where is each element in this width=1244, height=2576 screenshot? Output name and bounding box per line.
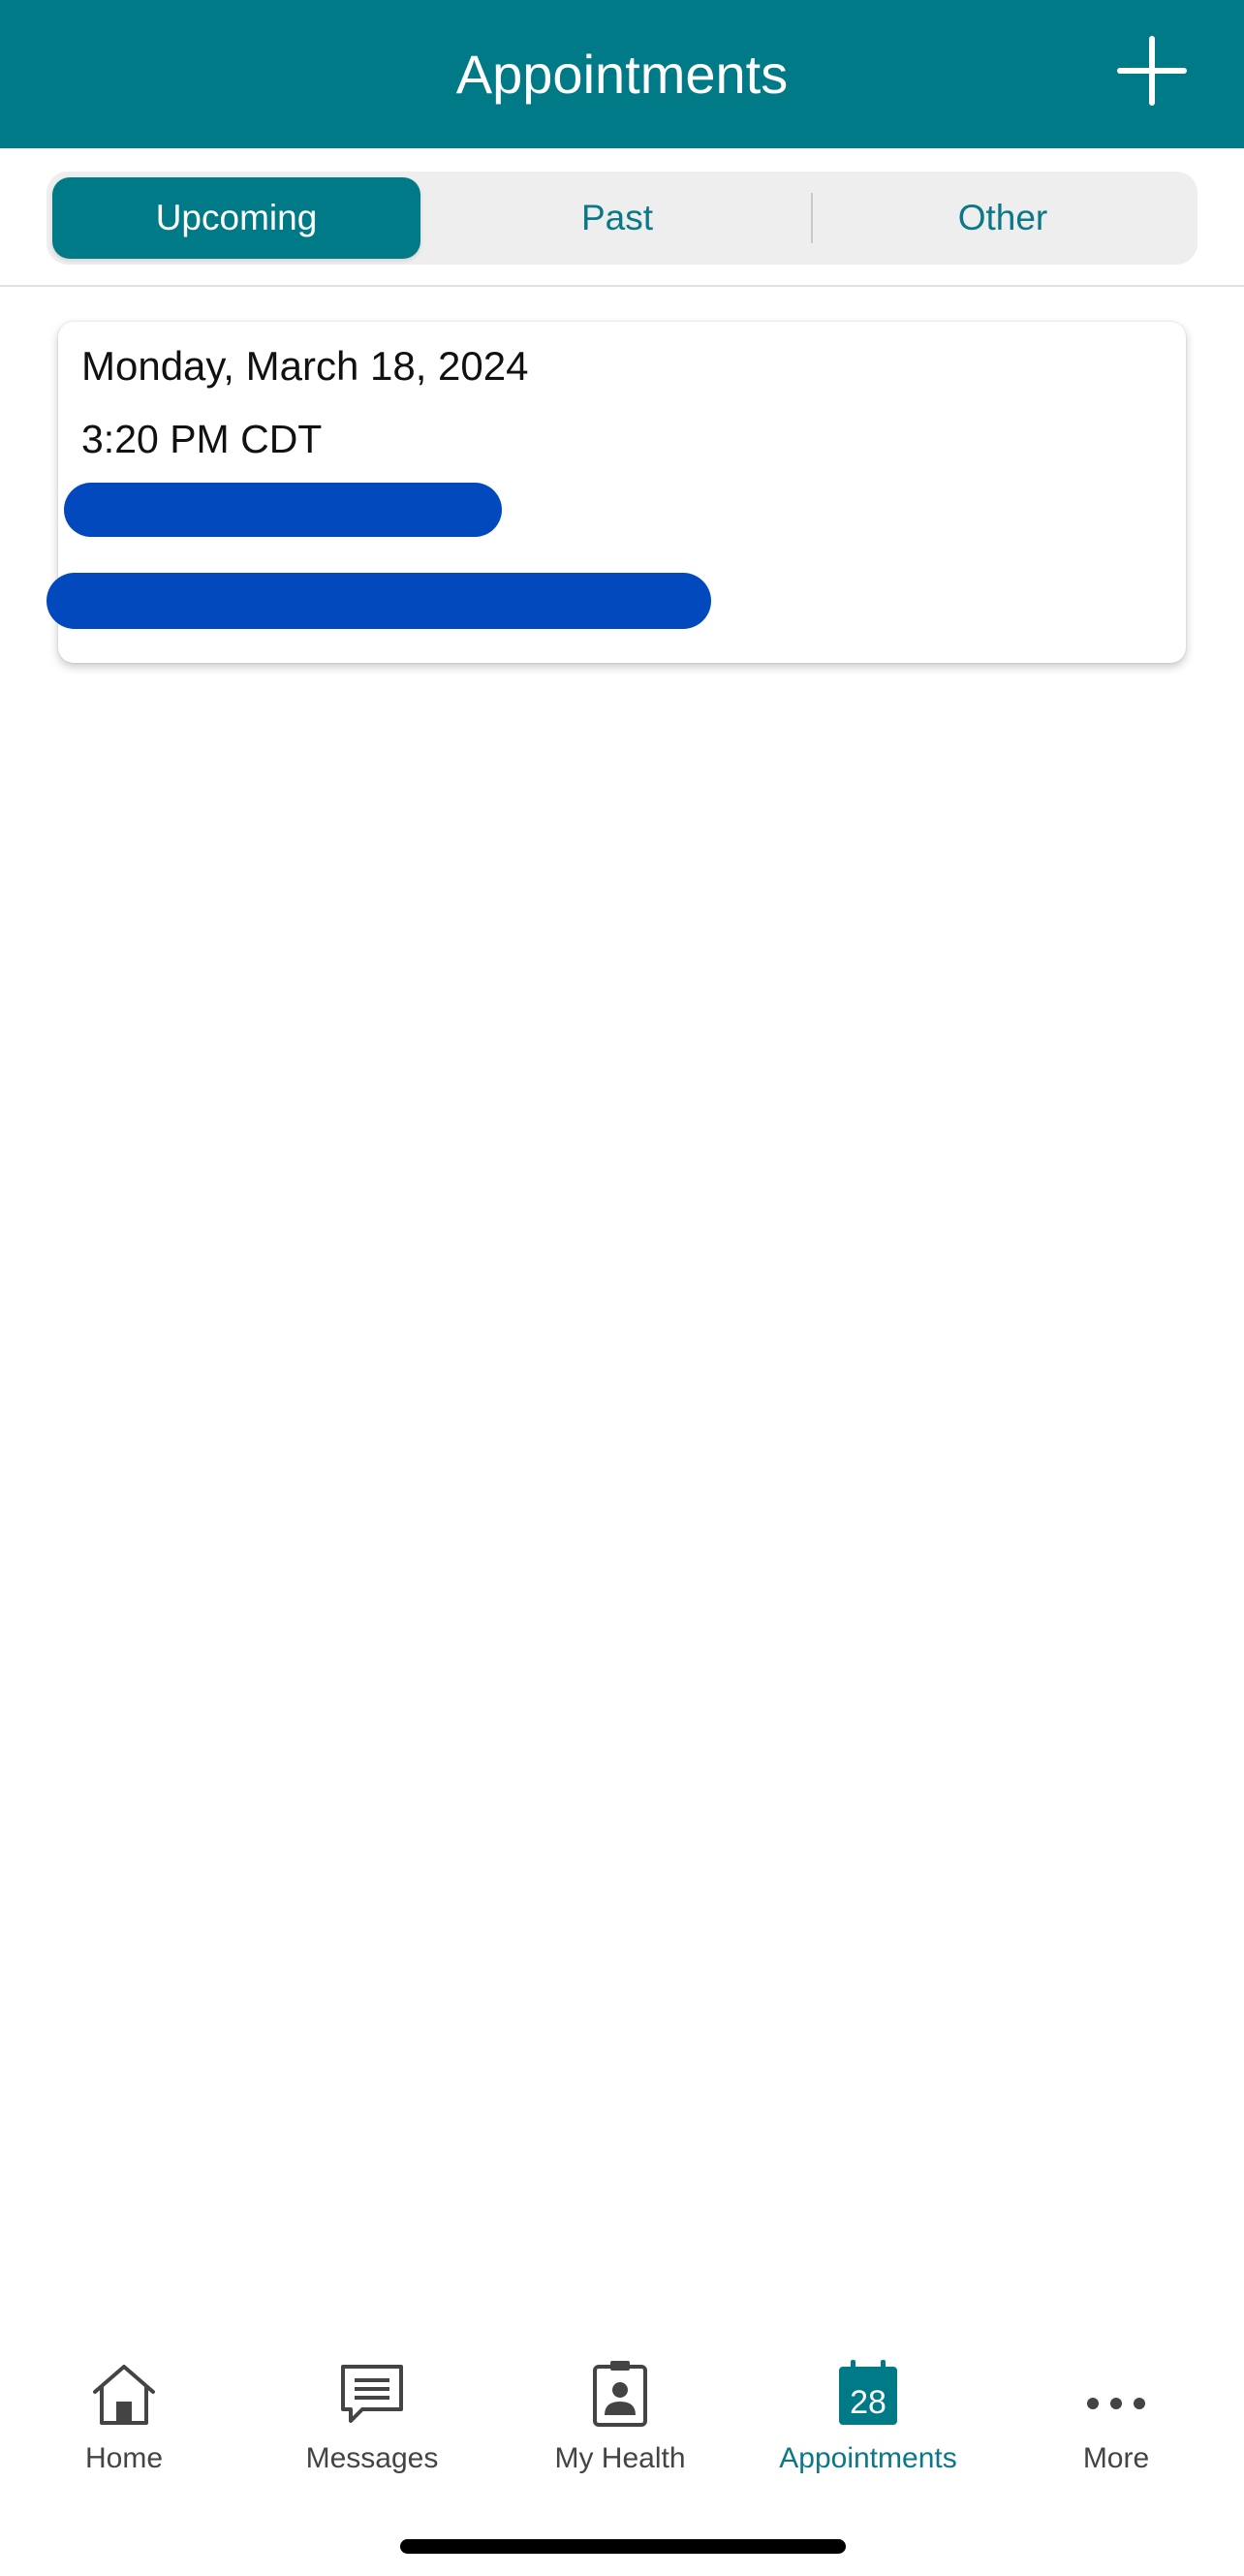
nav-label: Appointments bbox=[779, 2442, 957, 2474]
appointments-screen: Appointments Upcoming Past Other Monday,… bbox=[0, 0, 1244, 2576]
more-icon bbox=[1087, 2398, 1145, 2409]
tab-upcoming[interactable]: Upcoming bbox=[52, 177, 420, 259]
app-header: Appointments bbox=[0, 0, 1244, 148]
bottom-tab-bar: Home Messages My Health 28 Appointments … bbox=[0, 2345, 1244, 2491]
nav-label: Messages bbox=[305, 2442, 439, 2474]
redacted-provider bbox=[64, 483, 502, 537]
tab-other[interactable]: Other bbox=[814, 177, 1192, 259]
add-appointment-button[interactable] bbox=[1108, 27, 1196, 114]
home-indicator[interactable] bbox=[400, 2539, 846, 2554]
calendar-badge: 28 bbox=[850, 2384, 886, 2421]
redacted-location bbox=[47, 573, 711, 629]
tab-past[interactable]: Past bbox=[424, 177, 810, 259]
calendar-icon: 28 bbox=[839, 2360, 897, 2425]
nav-more[interactable]: More bbox=[992, 2345, 1240, 2491]
nav-my-health[interactable]: My Health bbox=[496, 2345, 744, 2491]
appointment-time: 3:20 PM CDT bbox=[81, 417, 323, 461]
page-title: Appointments bbox=[455, 44, 789, 105]
message-icon bbox=[341, 2365, 403, 2423]
tab-divider bbox=[811, 193, 813, 243]
plus-icon bbox=[1117, 36, 1187, 106]
health-record-icon bbox=[593, 2361, 647, 2427]
divider bbox=[0, 285, 1244, 287]
nav-label: Home bbox=[84, 2442, 164, 2474]
nav-appointments[interactable]: 28 Appointments bbox=[744, 2345, 992, 2491]
appointment-filter-tabs: Upcoming Past Other bbox=[47, 172, 1197, 265]
appointment-date: Monday, March 18, 2024 bbox=[81, 343, 529, 389]
nav-label: My Health bbox=[554, 2442, 686, 2474]
nav-home[interactable]: Home bbox=[0, 2345, 248, 2491]
home-icon bbox=[93, 2365, 155, 2425]
nav-messages[interactable]: Messages bbox=[248, 2345, 496, 2491]
nav-label: More bbox=[1082, 2442, 1150, 2474]
